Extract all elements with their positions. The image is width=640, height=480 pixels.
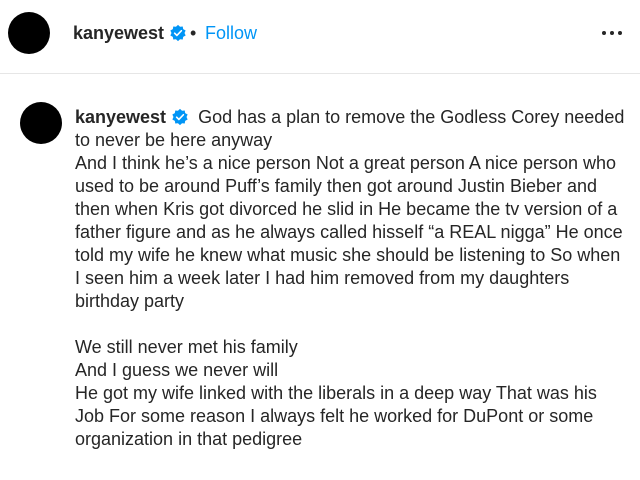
header-separator: •: [190, 23, 197, 43]
header-username[interactable]: kanyewest: [73, 21, 187, 45]
more-dot: [618, 31, 622, 35]
caption-avatar[interactable]: [20, 102, 62, 144]
header-username-text[interactable]: kanyewest: [73, 23, 164, 43]
header-avatar[interactable]: [8, 12, 50, 54]
caption-paragraph-2: He got my wife linked with the liberals …: [75, 383, 597, 449]
caption-username[interactable]: kanyewest: [75, 107, 189, 127]
caption-paragraph-1: And I think he’s a nice person Not a gre…: [75, 153, 623, 311]
caption-line-a: We still never met his family: [75, 337, 298, 357]
caption-text: kanyewest God has a plan to remove the G…: [75, 106, 630, 451]
caption-first-paragraph: kanyewest God has a plan to remove the G…: [75, 106, 630, 152]
more-dot: [602, 31, 606, 35]
more-dot: [610, 31, 614, 35]
caption-username-text[interactable]: kanyewest: [75, 107, 166, 127]
verified-badge-icon: [170, 24, 186, 41]
post-header: kanyewest • Follow: [0, 0, 640, 74]
verified-badge-icon: [172, 108, 188, 125]
more-options-icon[interactable]: [602, 31, 622, 35]
caption-line-b: And I guess we never will: [75, 360, 279, 380]
follow-button[interactable]: Follow: [205, 21, 257, 45]
